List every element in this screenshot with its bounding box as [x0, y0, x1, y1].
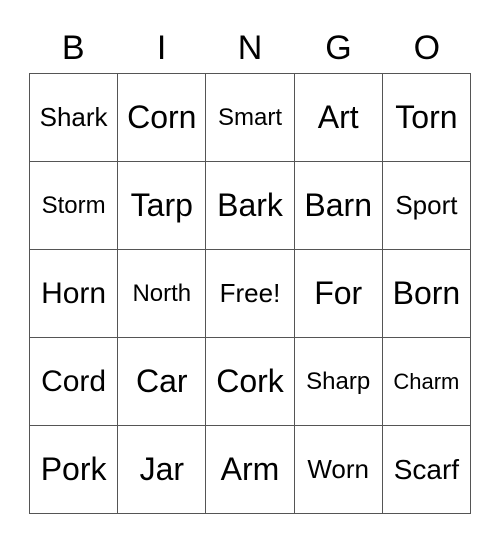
bingo-cell: Sharp [294, 338, 383, 426]
bingo-cell: Car [118, 338, 207, 426]
header-letter-g: G [325, 29, 352, 67]
bingo-grid: Shark Corn Smart Art Torn Storm Tarp Bar… [29, 73, 471, 514]
bingo-cell: Bark [206, 162, 295, 250]
bingo-cell: Art [294, 74, 383, 162]
bingo-cell: Worn [294, 426, 383, 514]
bingo-cell: For [294, 250, 383, 338]
bingo-cell: Jar [118, 426, 207, 514]
bingo-cell: Tarp [118, 162, 207, 250]
bingo-cell: Torn [382, 74, 471, 162]
bingo-cell: Sport [382, 162, 471, 250]
bingo-cell: Smart [206, 74, 295, 162]
bingo-cell: Barn [294, 162, 383, 250]
bingo-cell: Shark [30, 74, 119, 162]
header-letter-b: B [61, 29, 85, 67]
free-space-cell: Free! [206, 250, 295, 338]
bingo-cell: Corn [118, 74, 207, 162]
bingo-cell: Born [382, 250, 471, 338]
bingo-cell: Horn [30, 250, 119, 338]
bingo-cell: Storm [30, 162, 119, 250]
header-letter-o: O [413, 29, 441, 67]
header-letter-i: I [156, 29, 167, 67]
bingo-cell: Cord [30, 338, 119, 426]
bingo-cell: Arm [206, 426, 295, 514]
bingo-cell: Charm [382, 338, 471, 426]
bingo-cell: Cork [206, 338, 295, 426]
bingo-cell: Scarf [382, 426, 471, 514]
bingo-cell: North [118, 250, 207, 338]
bingo-cell: Pork [30, 426, 119, 514]
header-letter-n: N [237, 29, 263, 67]
bingo-header: B I N G O [29, 26, 471, 70]
